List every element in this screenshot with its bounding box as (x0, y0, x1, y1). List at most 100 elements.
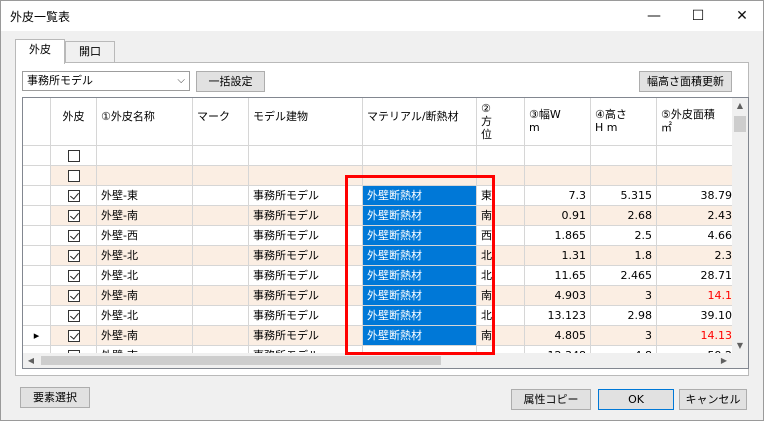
table-cell-dir[interactable]: 南 (477, 326, 525, 346)
table-cell-name[interactable]: 外壁-北 (97, 246, 193, 266)
table-cell-name[interactable]: 外壁-西 (97, 226, 193, 246)
table-cell-material[interactable]: 外壁断熱材 (363, 226, 477, 246)
table-cell-area[interactable]: 39.10 (657, 306, 737, 326)
table-cell-model[interactable]: 事務所モデル (249, 266, 363, 286)
ok-button[interactable]: OK (598, 389, 674, 410)
scroll-up-icon[interactable]: ▲ (732, 98, 748, 114)
table-cell-dir[interactable]: 北 (477, 246, 525, 266)
table-cell-height[interactable]: 2.98 (591, 306, 657, 326)
column-header-width[interactable]: ③幅W m (525, 98, 591, 146)
table-cell-height[interactable]: 3 (591, 326, 657, 346)
checkbox-checked[interactable] (67, 190, 80, 202)
table-cell-height[interactable]: 5.315 (591, 186, 657, 206)
row-header[interactable] (23, 246, 51, 266)
table-cell-name[interactable]: 外壁-南 (97, 286, 193, 306)
table-cell-height[interactable] (591, 166, 657, 186)
horizontal-scroll-thumb[interactable] (41, 356, 441, 365)
table-cell-width[interactable]: 4.903 (525, 286, 591, 306)
column-header-dir[interactable]: ② 方 位 (477, 98, 525, 146)
table-cell-dir[interactable] (477, 146, 525, 166)
table-cell-area[interactable]: 4.66 (657, 226, 737, 246)
table-cell-model[interactable] (249, 166, 363, 186)
table-cell-material[interactable]: 外壁断熱材 (363, 186, 477, 206)
scroll-down-icon[interactable]: ▼ (732, 338, 748, 354)
table-cell-check[interactable] (51, 306, 97, 326)
bulk-setting-button[interactable]: 一括設定 (196, 71, 265, 92)
table-cell-mark[interactable] (193, 226, 249, 246)
cancel-button[interactable]: キャンセル (679, 389, 747, 410)
column-header-check[interactable]: 外皮 (51, 98, 97, 146)
row-header[interactable] (23, 286, 51, 306)
table-cell-check[interactable] (51, 286, 97, 306)
table-cell-mark[interactable] (193, 266, 249, 286)
table-cell-mark[interactable] (193, 306, 249, 326)
table-cell-height[interactable]: 2.465 (591, 266, 657, 286)
table-cell-name[interactable]: 外壁-北 (97, 266, 193, 286)
table-cell-model[interactable]: 事務所モデル (249, 326, 363, 346)
table-cell-model[interactable]: 事務所モデル (249, 306, 363, 326)
table-cell-material[interactable] (363, 166, 477, 186)
table-cell-material[interactable]: 外壁断熱材 (363, 266, 477, 286)
row-header[interactable] (23, 186, 51, 206)
table-cell-area[interactable]: 2.3 (657, 246, 737, 266)
row-header[interactable] (23, 226, 51, 246)
table-cell-check[interactable] (51, 226, 97, 246)
checkbox-checked[interactable] (67, 250, 80, 262)
table-cell-dir[interactable]: 西 (477, 226, 525, 246)
table-cell-check[interactable] (51, 246, 97, 266)
table-cell-model[interactable]: 事務所モデル (249, 206, 363, 226)
table-cell-name[interactable]: 外壁-南 (97, 206, 193, 226)
table-cell-mark[interactable] (193, 206, 249, 226)
row-header[interactable] (23, 266, 51, 286)
table-cell-dir[interactable]: 東 (477, 186, 525, 206)
table-cell-dir[interactable]: 南 (477, 206, 525, 226)
table-cell-mark[interactable] (193, 326, 249, 346)
table-cell-dir[interactable]: 北 (477, 266, 525, 286)
table-cell-name[interactable]: 外壁-南 (97, 326, 193, 346)
table-cell-dir[interactable]: 北 (477, 306, 525, 326)
table-cell-width[interactable]: 7.3 (525, 186, 591, 206)
table-cell-area[interactable] (657, 146, 737, 166)
table-cell-check[interactable] (51, 146, 97, 166)
column-header-model[interactable]: モデル建物 (249, 98, 363, 146)
table-cell-mark[interactable] (193, 246, 249, 266)
scroll-left-icon[interactable]: ◀ (23, 353, 39, 368)
checkbox-checked[interactable] (67, 330, 80, 342)
table-cell-name[interactable]: 外壁-北 (97, 306, 193, 326)
table-cell-mark[interactable] (193, 286, 249, 306)
table-cell-name[interactable] (97, 166, 193, 186)
table-cell-width[interactable] (525, 166, 591, 186)
maximize-button[interactable]: ☐ (675, 1, 721, 31)
table-cell-height[interactable]: 1.8 (591, 246, 657, 266)
table-cell-material[interactable]: 外壁断熱材 (363, 326, 477, 346)
checkbox-checked[interactable] (67, 310, 80, 322)
table-cell-height[interactable]: 2.5 (591, 226, 657, 246)
column-header-material[interactable]: マテリアル/断熱材 (363, 98, 477, 146)
column-header-area[interactable]: ⑤外皮面積 ㎡ (657, 98, 737, 146)
skin-table[interactable]: 外皮 ①外皮名称 マーク モデル建物 マテリアル/断熱材 ② 方 位 ③幅W m ④高さ H … (22, 97, 749, 369)
table-cell-area[interactable]: 38.79 (657, 186, 737, 206)
checkbox-checked[interactable] (67, 290, 80, 302)
table-cell-model[interactable]: 事務所モデル (249, 186, 363, 206)
row-header[interactable] (23, 166, 51, 186)
table-cell-name[interactable]: 外壁-東 (97, 186, 193, 206)
tab-opening[interactable]: 開口 (65, 41, 115, 63)
table-cell-model[interactable]: 事務所モデル (249, 246, 363, 266)
table-cell-width[interactable]: 4.805 (525, 326, 591, 346)
table-cell-material[interactable]: 外壁断熱材 (363, 306, 477, 326)
table-cell-check[interactable] (51, 266, 97, 286)
table-cell-mark[interactable] (193, 166, 249, 186)
checkbox-unchecked[interactable] (67, 170, 80, 182)
tab-skin[interactable]: 外皮 (15, 39, 65, 64)
table-cell-height[interactable]: 2.68 (591, 206, 657, 226)
copy-attributes-button[interactable]: 属性コピー (511, 389, 591, 410)
table-cell-width[interactable]: 1.865 (525, 226, 591, 246)
table-cell-material[interactable]: 外壁断熱材 (363, 246, 477, 266)
table-cell-area[interactable]: 2.43 (657, 206, 737, 226)
row-header[interactable] (23, 146, 51, 166)
table-cell-check[interactable] (51, 206, 97, 226)
row-header[interactable] (23, 206, 51, 226)
table-cell-model[interactable]: 事務所モデル (249, 286, 363, 306)
table-cell-material[interactable]: 外壁断熱材 (363, 286, 477, 306)
table-cell-check[interactable] (51, 326, 97, 346)
